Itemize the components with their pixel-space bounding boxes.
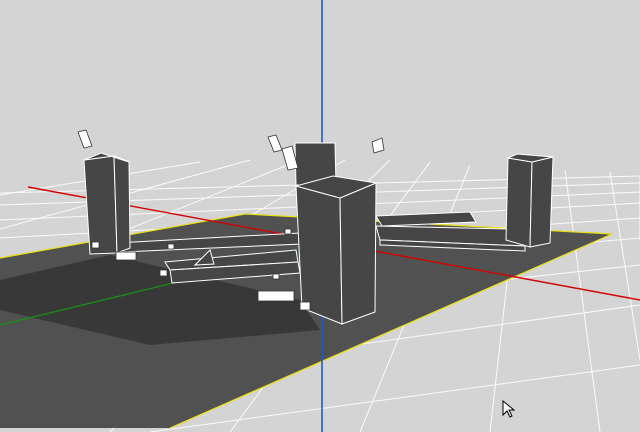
scene-canvas[interactable] xyxy=(0,0,640,432)
floating-part xyxy=(77,129,93,149)
connector-part xyxy=(167,243,175,250)
floating-part xyxy=(371,137,385,154)
connector-part xyxy=(272,273,280,280)
connector-part xyxy=(257,290,295,302)
connector-part xyxy=(115,251,137,261)
arrow-cursor-icon xyxy=(502,399,516,418)
connector-part xyxy=(91,241,100,249)
connector-part xyxy=(284,228,292,235)
connector-part xyxy=(299,301,311,311)
left-tall-box[interactable] xyxy=(83,152,131,255)
floating-part xyxy=(267,134,283,153)
3d-scene-viewport[interactable] xyxy=(0,0,640,432)
right-tall-box[interactable] xyxy=(505,153,554,248)
connector-part xyxy=(159,269,168,277)
